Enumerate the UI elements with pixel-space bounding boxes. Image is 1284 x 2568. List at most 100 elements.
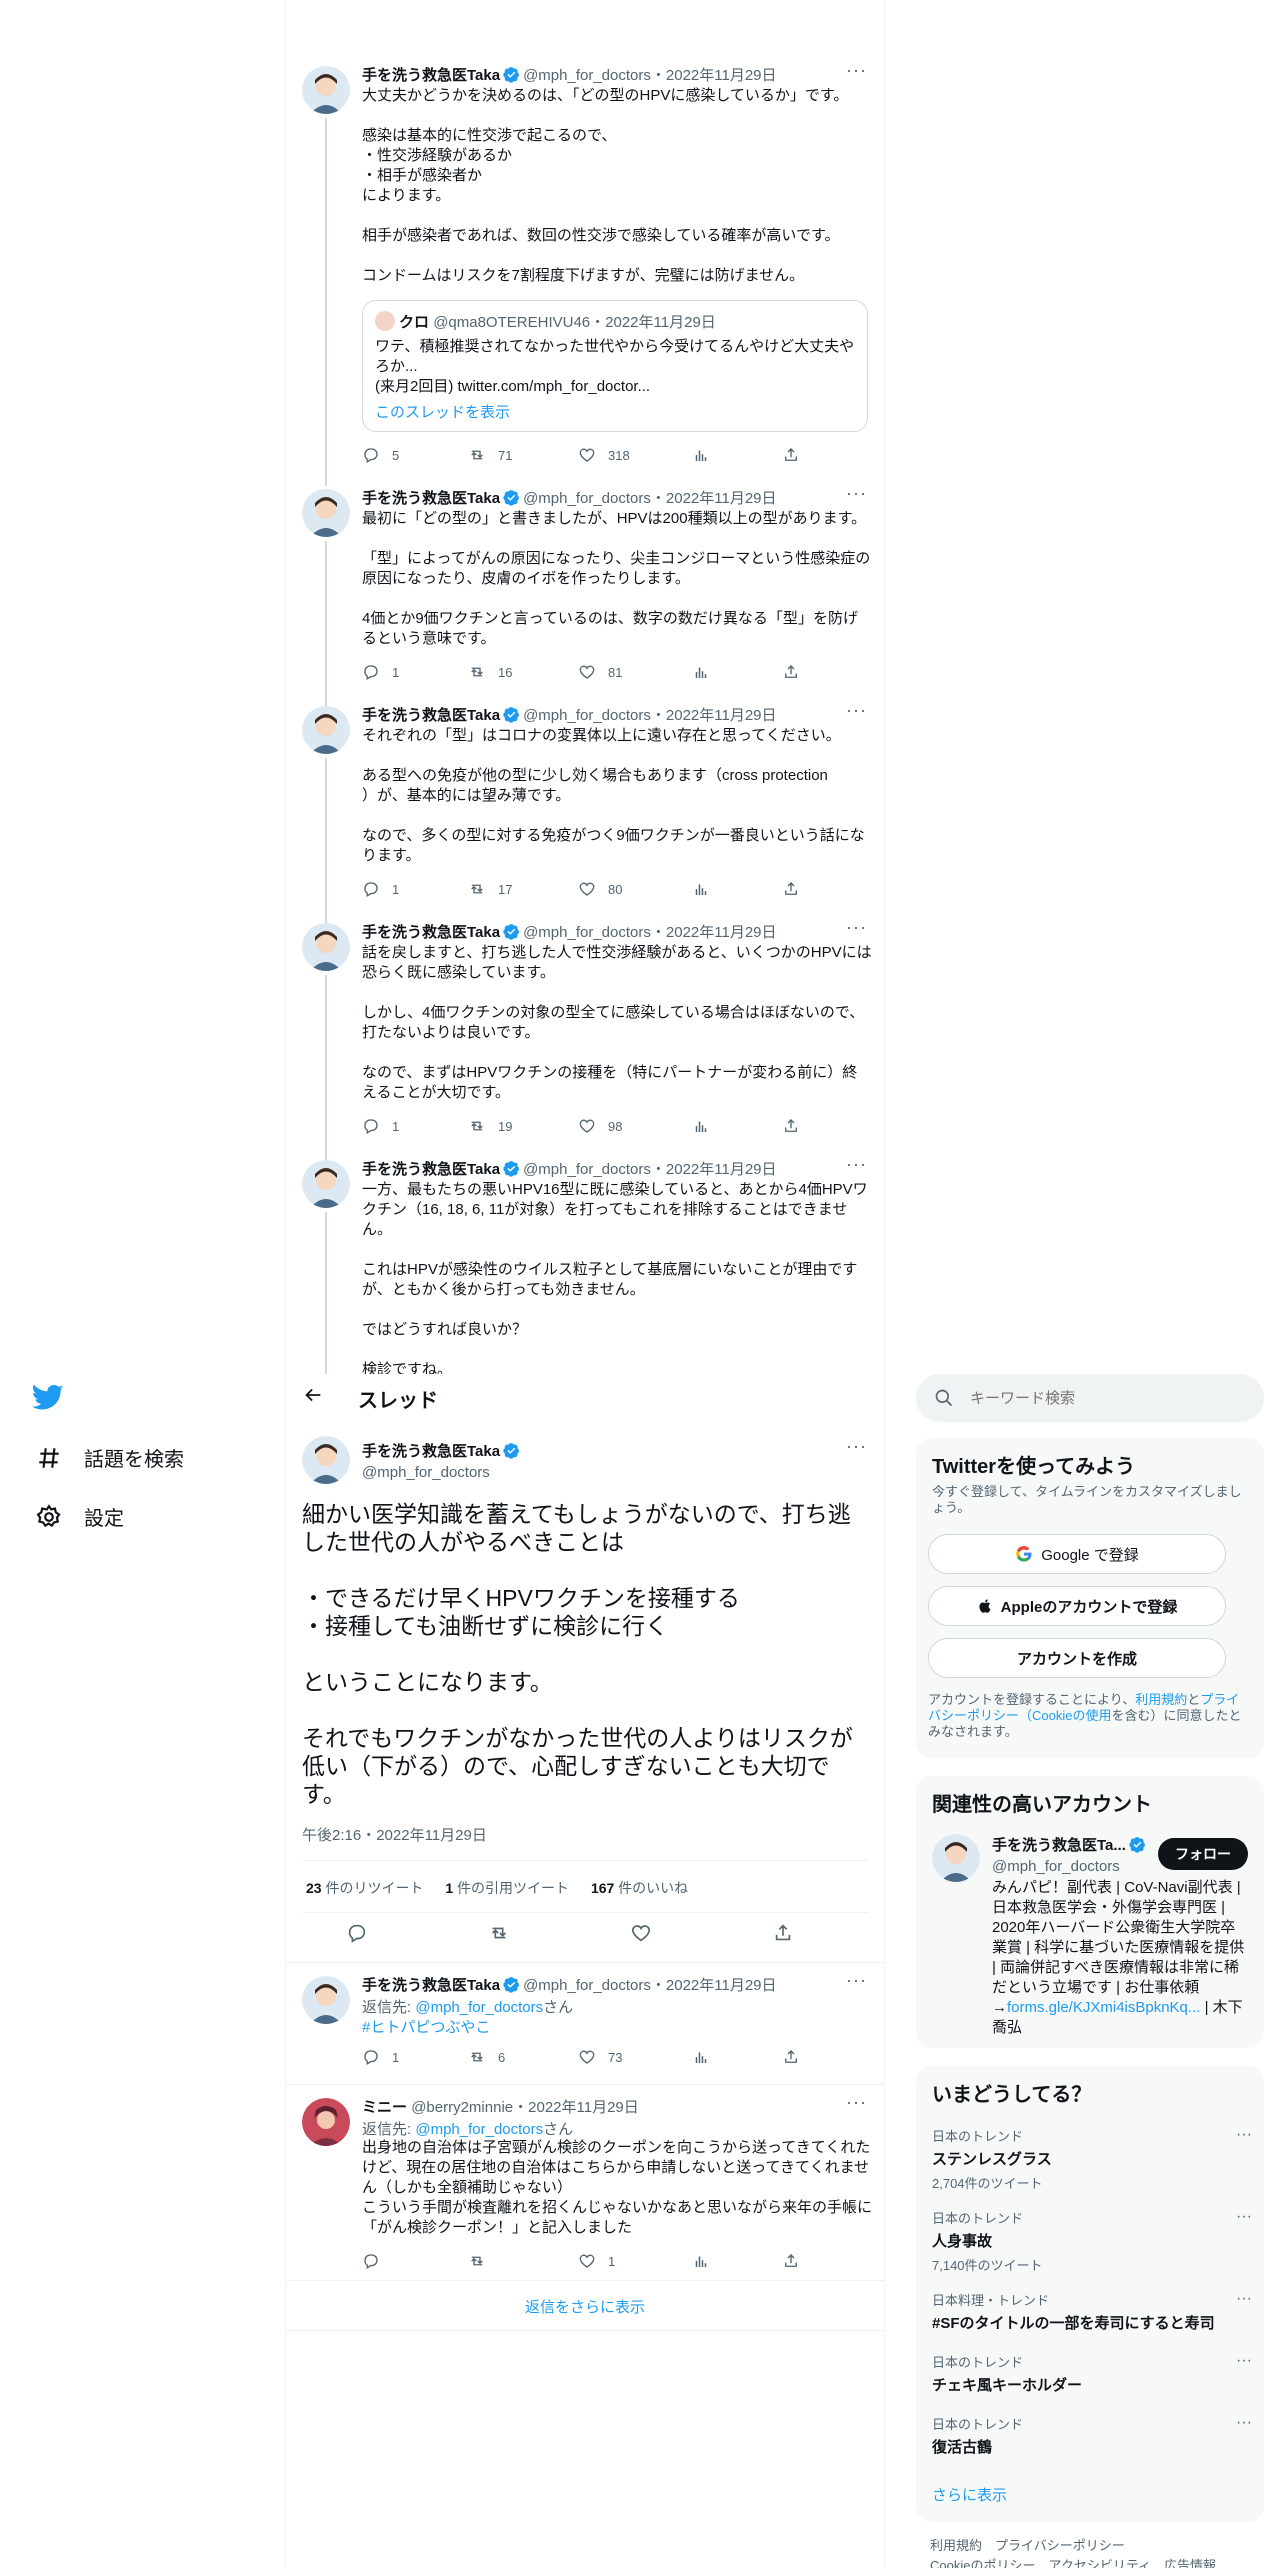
tweet-date[interactable]: 2022年11月29日 <box>666 1161 777 1178</box>
avatar[interactable] <box>302 1976 350 2024</box>
author-handle[interactable]: @mph_for_doctors <box>523 67 651 84</box>
reply-button[interactable]: 1 <box>362 880 399 898</box>
more-options-icon[interactable]: ··· <box>846 1158 867 1175</box>
reply-to-handle[interactable]: @mph_for_doctors <box>415 1999 543 2016</box>
share-button[interactable] <box>782 446 800 464</box>
trend-more-icon[interactable]: ··· <box>1236 2414 1252 2432</box>
avatar[interactable] <box>302 923 350 971</box>
retweet-button[interactable]: 16 <box>468 663 512 681</box>
create-account-button[interactable]: アカウントを作成 <box>928 1638 1226 1678</box>
author-name[interactable]: 手を洗う救急医Taka <box>362 490 500 507</box>
analytics-button[interactable] <box>692 1117 710 1135</box>
share-button[interactable] <box>782 880 800 898</box>
share-button[interactable] <box>772 1922 794 1949</box>
google-signup-button[interactable]: Google で登録 <box>928 1534 1226 1574</box>
trend-more-icon[interactable]: ··· <box>1236 2208 1252 2226</box>
like-button[interactable]: 318 <box>578 446 630 464</box>
author-handle[interactable]: @mph_for_doctors <box>523 707 651 724</box>
analytics-button[interactable] <box>692 2048 710 2066</box>
reply-button[interactable]: 5 <box>362 446 399 464</box>
like-button[interactable] <box>630 1922 652 1949</box>
more-options-icon[interactable]: ··· <box>846 1436 867 1457</box>
more-options-icon[interactable]: ··· <box>846 60 867 81</box>
author-name[interactable]: 手を洗う救急医Taka <box>362 67 500 84</box>
related-name[interactable]: 手を洗う救急医Ta... <box>992 1837 1126 1854</box>
author-handle[interactable]: @mph_for_doctors <box>523 490 651 507</box>
author-name[interactable]: 手を洗う救急医Taka <box>362 707 500 724</box>
tweet-date[interactable]: 2022年11月29日 <box>666 67 777 84</box>
author-name[interactable]: 手を洗う救急医Taka <box>362 1161 500 1178</box>
author-handle[interactable]: @mph_for_doctors <box>523 1161 651 1178</box>
reply-tweet[interactable]: 手を洗う救急医Taka @mph_for_doctors・2022年11月29日 … <box>286 1970 885 2086</box>
author-handle[interactable]: @berry2minnie <box>411 2099 513 2116</box>
retweet-button[interactable]: 19 <box>468 1117 512 1135</box>
avatar[interactable] <box>302 2098 350 2146</box>
avatar[interactable] <box>302 706 350 754</box>
related-handle[interactable]: @mph_for_doctors <box>992 1858 1149 1875</box>
analytics-button[interactable] <box>692 880 710 898</box>
author-name[interactable]: 手を洗う救急医Taka <box>362 1443 500 1460</box>
apple-signup-button[interactable]: Appleのアカウントで登録 <box>928 1586 1226 1626</box>
show-more-replies-link[interactable]: 返信をさらに表示 <box>286 2296 884 2317</box>
reply-button[interactable]: 1 <box>362 2048 399 2066</box>
avatar[interactable] <box>302 66 350 114</box>
thread-tweet[interactable]: 手を洗う救急医Taka @mph_for_doctors・2022年11月29日 … <box>286 700 885 924</box>
author-handle[interactable]: @mph_for_doctors <box>523 1977 651 1994</box>
author-name[interactable]: ミニー <box>362 2099 407 2116</box>
thread-tweet[interactable]: 手を洗う救急医Taka @mph_for_doctors・2022年11月29日 … <box>286 917 885 1161</box>
trend-more-icon[interactable]: ··· <box>1236 2290 1252 2308</box>
trend-item[interactable]: 日本のトレンド チェキ風キーホルダー ··· <box>932 2352 1252 2395</box>
author-name[interactable]: 手を洗う救急医Taka <box>362 924 500 941</box>
tweet-date[interactable]: 2022年11月29日 <box>528 2099 639 2116</box>
tweet-timestamp[interactable]: 午後2:16・2022年11月29日 <box>302 1824 487 1845</box>
terms-link[interactable]: 利用規約 <box>1135 1692 1187 1707</box>
analytics-button[interactable] <box>692 2252 710 2270</box>
like-button[interactable]: 73 <box>578 2048 622 2066</box>
main-author[interactable]: 手を洗う救急医Taka @mph_for_doctors <box>362 1440 523 1481</box>
retweet-button[interactable]: 17 <box>468 880 512 898</box>
like-button[interactable]: 81 <box>578 663 622 681</box>
reply-to-handle[interactable]: @mph_for_doctors <box>415 2121 543 2138</box>
avatar[interactable] <box>302 489 350 537</box>
analytics-button[interactable] <box>692 446 710 464</box>
more-options-icon[interactable]: ··· <box>846 917 867 938</box>
author-handle[interactable]: @mph_for_doctors <box>362 1464 523 1481</box>
tweet-date[interactable]: 2022年11月29日 <box>666 1977 777 1994</box>
analytics-button[interactable] <box>692 663 710 681</box>
retweet-button[interactable] <box>488 1922 510 1949</box>
tweet-date[interactable]: 2022年11月29日 <box>666 707 777 724</box>
trend-item[interactable]: 日本のトレンド ステンレスグラス 2,704件のツイート ··· <box>932 2126 1252 2192</box>
follow-button[interactable]: フォロー <box>1158 1838 1248 1870</box>
trend-item[interactable]: 日本のトレンド 復活古鶴 ··· <box>932 2414 1252 2457</box>
share-button[interactable] <box>782 663 800 681</box>
like-button[interactable]: 1 <box>578 2252 615 2270</box>
show-thread-link[interactable]: このスレッドを表示 <box>375 401 510 422</box>
author-handle[interactable]: @mph_for_doctors <box>523 924 651 941</box>
retweet-button[interactable]: 6 <box>468 2048 505 2066</box>
avatar[interactable] <box>302 1160 350 1208</box>
retweet-button[interactable] <box>468 2252 498 2270</box>
quote-stat[interactable]: 1 件の引用ツイート <box>445 1880 569 1896</box>
search-input[interactable] <box>970 1386 1240 1410</box>
back-button[interactable] <box>302 1384 324 1411</box>
reply-button[interactable]: 1 <box>362 1117 399 1135</box>
thread-tweet[interactable]: 手を洗う救急医Taka @mph_for_doctors・2022年11月29日 … <box>286 60 885 486</box>
like-button[interactable]: 80 <box>578 880 622 898</box>
trend-item[interactable]: 日本料理・トレンド #SFのタイトルの一部を寿司にすると寿司 ··· <box>932 2290 1252 2333</box>
bio-link[interactable]: forms.gle/KJXmi4isBpknKq... <box>1007 1999 1200 2016</box>
more-options-icon[interactable]: ··· <box>846 2092 867 2113</box>
thread-tweet[interactable]: 手を洗う救急医Taka @mph_for_doctors・2022年11月29日 … <box>286 1158 885 1374</box>
nav-settings[interactable]: 設定 <box>36 1502 124 1531</box>
more-options-icon[interactable]: ··· <box>846 483 867 504</box>
avatar[interactable] <box>302 1436 350 1484</box>
reply-tweet[interactable]: ミニー @berry2minnie・2022年11月29日 ··· 返信先: @… <box>286 2092 885 2282</box>
reply-button[interactable] <box>362 2252 392 2270</box>
footer-links[interactable]: 利用規約 プライバシーポリシー Cookieのポリシー アクセシビリティ 広告情… <box>930 2536 1216 2568</box>
quoted-tweet[interactable]: クロ @qma8OTEREHIVU46・2022年11月29日 ワテ、積極推奨さ… <box>362 300 868 432</box>
trends-show-more[interactable]: さらに表示 <box>932 2484 1007 2505</box>
related-account[interactable]: 手を洗う救急医Ta... @mph_for_doctors <box>992 1834 1149 1875</box>
reply-button[interactable]: 1 <box>362 663 399 681</box>
tweet-date[interactable]: 2022年11月29日 <box>666 490 777 507</box>
trend-more-icon[interactable]: ··· <box>1236 2126 1252 2144</box>
tweet-date[interactable]: 2022年11月29日 <box>666 924 777 941</box>
